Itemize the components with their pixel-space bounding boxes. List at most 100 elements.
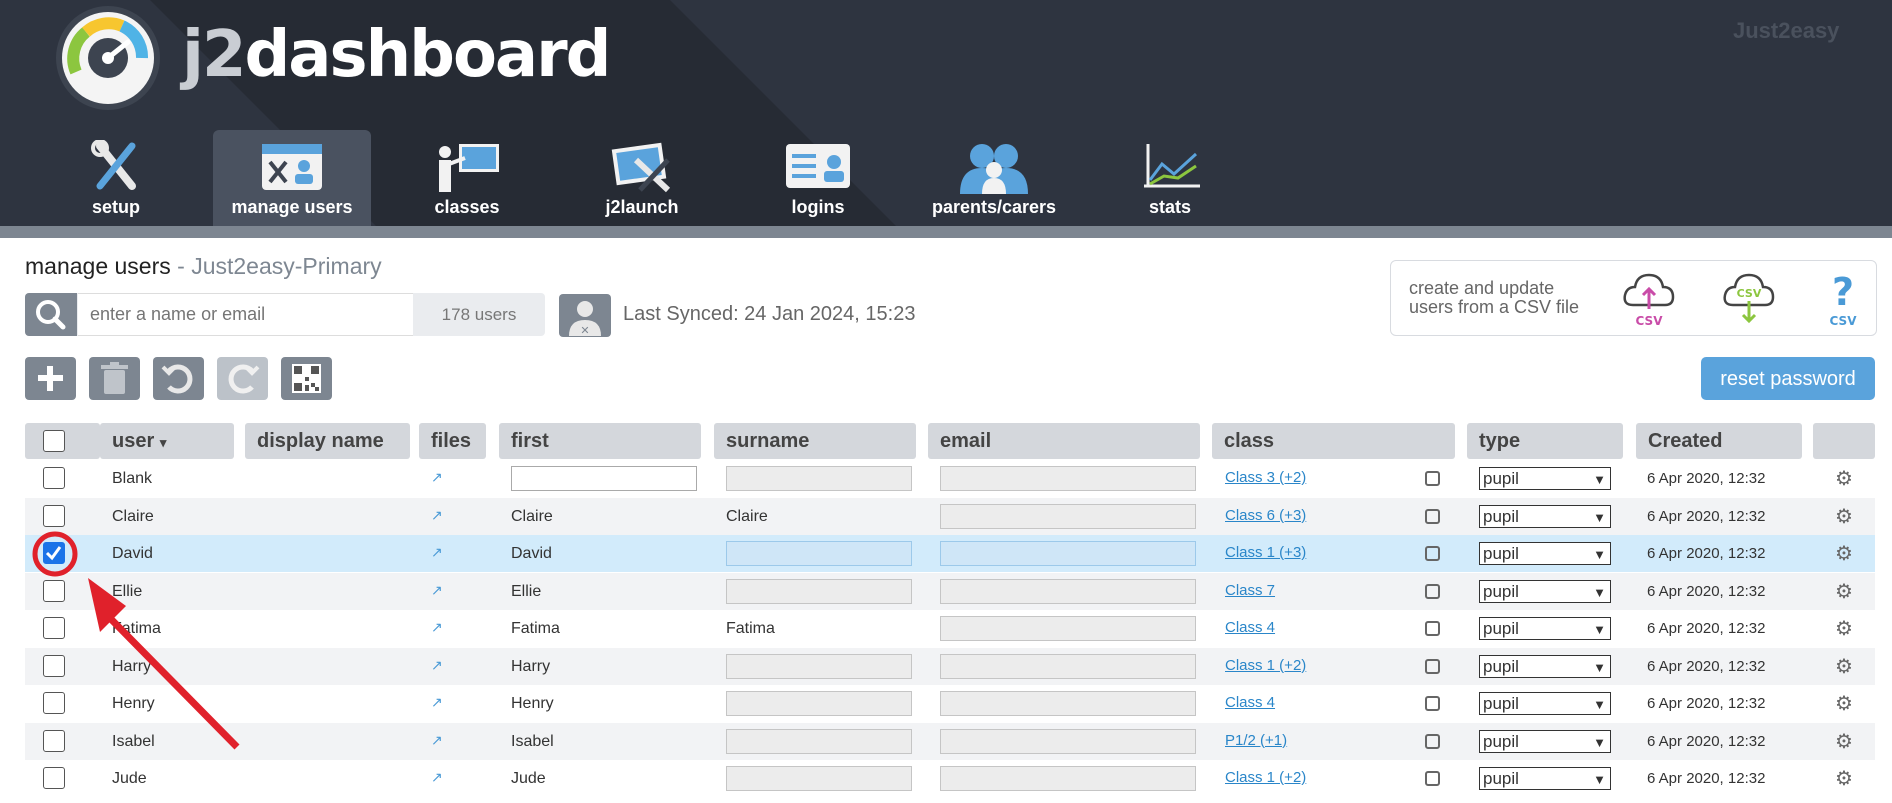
class-dropdown-icon[interactable]: [1425, 583, 1440, 599]
email-input[interactable]: [940, 616, 1196, 641]
class-dropdown-icon[interactable]: [1425, 546, 1440, 561]
nav-logins[interactable]: logins: [739, 130, 897, 226]
csv-upload-button[interactable]: CSV: [1621, 269, 1677, 328]
class-link[interactable]: Class 1 (+2): [1225, 769, 1306, 786]
header-display-name[interactable]: display name: [245, 423, 410, 459]
csv-help-button[interactable]: ? CSV: [1815, 269, 1871, 328]
email-input[interactable]: [940, 728, 1196, 754]
sync-user-button[interactable]: ✕: [559, 294, 611, 337]
reset-password-button[interactable]: reset password: [1701, 357, 1875, 400]
external-link-icon[interactable]: ↗: [431, 469, 443, 486]
external-link-icon[interactable]: ↗: [431, 732, 443, 749]
undo-button[interactable]: [153, 357, 204, 400]
gear-icon[interactable]: ⚙: [1835, 466, 1853, 491]
type-select[interactable]: pupil ▼: [1479, 692, 1611, 715]
row-checkbox[interactable]: [43, 542, 65, 564]
row-checkbox[interactable]: [43, 767, 65, 789]
row-checkbox[interactable]: [43, 729, 65, 752]
email-input[interactable]: [940, 503, 1196, 529]
surname-input[interactable]: [726, 728, 912, 754]
class-link[interactable]: Class 4: [1225, 694, 1275, 711]
class-link[interactable]: P1/2 (+1): [1225, 732, 1287, 749]
search-input[interactable]: [78, 293, 413, 336]
table-row[interactable]: Ellie ↗ Ellie Class 7 pupil ▼ 6 Apr 2020, 12:3…: [25, 572, 1875, 610]
gear-icon[interactable]: ⚙: [1835, 579, 1853, 604]
type-select[interactable]: pupil ▼: [1479, 729, 1611, 753]
surname-input[interactable]: [726, 691, 912, 716]
class-link[interactable]: Class 3 (+2): [1225, 469, 1306, 486]
external-link-icon[interactable]: ↗: [431, 657, 443, 674]
email-input[interactable]: [940, 466, 1196, 491]
class-link[interactable]: Class 4: [1225, 619, 1275, 636]
row-checkbox[interactable]: [43, 654, 65, 677]
table-row[interactable]: David ↗ David Class 1 (+3) pupil ▼ 6 Apr 2020,…: [25, 535, 1875, 572]
first-name-input[interactable]: [511, 466, 697, 491]
row-checkbox[interactable]: [43, 617, 65, 639]
surname-input[interactable]: [726, 766, 912, 791]
row-checkbox[interactable]: [43, 504, 65, 527]
row-checkbox[interactable]: [43, 692, 65, 714]
email-input[interactable]: [940, 578, 1196, 604]
gear-icon[interactable]: ⚙: [1835, 766, 1853, 791]
row-checkbox[interactable]: [43, 579, 65, 602]
class-link[interactable]: Class 1 (+2): [1225, 657, 1306, 674]
table-row[interactable]: Claire ↗ Claire Claire Class 6 (+3) pupil ▼ 6 A…: [25, 497, 1875, 535]
class-link[interactable]: Class 1 (+3): [1225, 544, 1306, 561]
nav-manage-users[interactable]: manage users: [213, 130, 371, 226]
add-user-button[interactable]: [25, 357, 76, 400]
class-dropdown-icon[interactable]: [1425, 733, 1440, 749]
gear-icon[interactable]: ⚙: [1835, 504, 1853, 529]
class-dropdown-icon[interactable]: [1425, 508, 1440, 524]
class-dropdown-icon[interactable]: [1425, 771, 1440, 786]
csv-download-button[interactable]: CSV: [1721, 269, 1777, 327]
header-first[interactable]: first: [499, 423, 701, 459]
external-link-icon[interactable]: ↗: [431, 694, 443, 711]
gear-icon[interactable]: ⚙: [1835, 691, 1853, 716]
table-row[interactable]: Fatima ↗ Fatima Fatima Class 4 pupil ▼ 6 Apr 20…: [25, 610, 1875, 647]
table-row[interactable]: Isabel ↗ Isabel P1/2 (+1) pupil ▼ 6 Apr 2020, …: [25, 722, 1875, 760]
search-button[interactable]: [25, 293, 77, 336]
table-row[interactable]: Jude ↗ Jude Class 1 (+2) pupil ▼ 6 Apr 2020, 1…: [25, 760, 1875, 797]
external-link-icon[interactable]: ↗: [431, 769, 443, 786]
class-dropdown-icon[interactable]: [1425, 696, 1440, 711]
type-select[interactable]: pupil ▼: [1479, 654, 1611, 678]
type-select[interactable]: pupil ▼: [1479, 579, 1611, 603]
qr-code-button[interactable]: [281, 357, 332, 400]
header-class[interactable]: class: [1212, 423, 1455, 459]
gear-icon[interactable]: ⚙: [1835, 729, 1853, 754]
type-select[interactable]: pupil ▼: [1479, 467, 1611, 490]
external-link-icon[interactable]: ↗: [431, 507, 443, 524]
surname-input[interactable]: [726, 466, 912, 491]
nav-parents-carers[interactable]: parents/carers: [915, 130, 1073, 226]
header-surname[interactable]: surname: [714, 423, 916, 459]
header-email[interactable]: email: [928, 423, 1200, 459]
external-link-icon[interactable]: ↗: [431, 544, 443, 561]
nav-setup[interactable]: setup: [37, 130, 195, 226]
email-input[interactable]: [940, 691, 1196, 716]
class-dropdown-icon[interactable]: [1425, 471, 1440, 486]
header-files[interactable]: files: [419, 423, 486, 459]
header-type[interactable]: type: [1467, 423, 1623, 459]
table-row[interactable]: Harry ↗ Harry Class 1 (+2) pupil ▼ 6 Apr 2020,…: [25, 647, 1875, 685]
type-select[interactable]: pupil ▼: [1479, 504, 1611, 528]
email-input[interactable]: [940, 653, 1196, 679]
header-created[interactable]: Created: [1636, 423, 1802, 459]
nav-stats[interactable]: stats: [1091, 130, 1249, 226]
surname-input[interactable]: [726, 653, 912, 679]
type-select[interactable]: pupil ▼: [1479, 542, 1611, 565]
gear-icon[interactable]: ⚙: [1835, 654, 1853, 679]
class-dropdown-icon[interactable]: [1425, 621, 1440, 636]
surname-input[interactable]: [726, 541, 912, 566]
select-all-checkbox[interactable]: [43, 430, 65, 452]
table-row[interactable]: Blank ↗ Class 3 (+2) pupil ▼ 6 Apr 2020, 12:3…: [25, 460, 1875, 497]
redo-button[interactable]: [217, 357, 268, 400]
external-link-icon[interactable]: ↗: [431, 619, 443, 636]
table-row[interactable]: Henry ↗ Henry Class 4 pupil ▼ 6 Apr 2020, 12:3…: [25, 685, 1875, 722]
external-link-icon[interactable]: ↗: [431, 582, 443, 599]
email-input[interactable]: [940, 766, 1196, 791]
gear-icon[interactable]: ⚙: [1835, 541, 1853, 566]
type-select[interactable]: pupil ▼: [1479, 617, 1611, 640]
header-user[interactable]: user ▾: [100, 423, 234, 459]
row-checkbox[interactable]: [43, 467, 65, 489]
surname-input[interactable]: [726, 578, 912, 604]
